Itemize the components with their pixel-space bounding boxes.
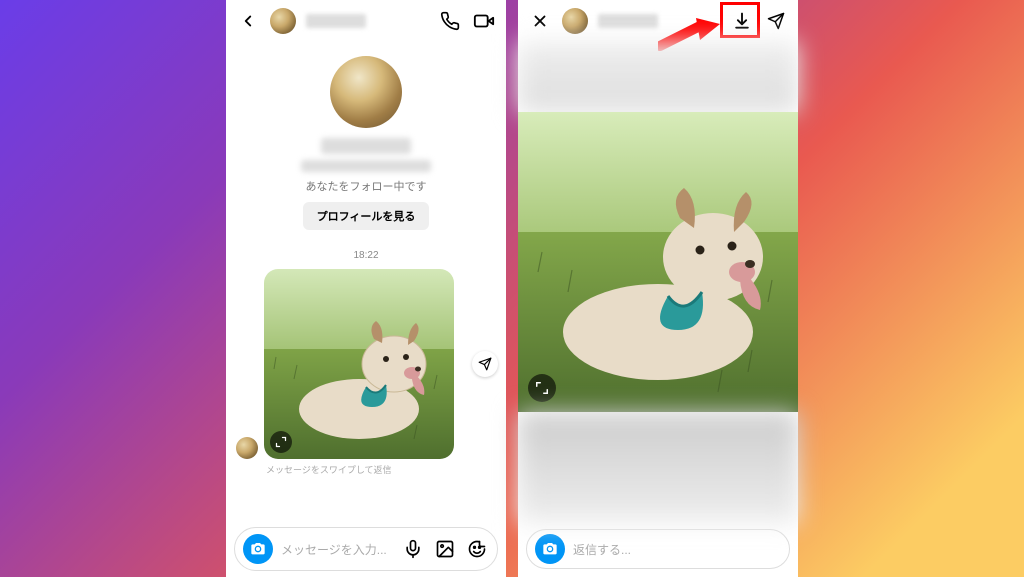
blur-background-top (518, 42, 798, 112)
message-row (236, 269, 496, 459)
header-avatar[interactable] (270, 8, 296, 34)
mic-icon[interactable] (401, 537, 425, 561)
collapse-icon[interactable] (528, 374, 556, 402)
profile-avatar-large[interactable] (330, 56, 402, 128)
gallery-icon[interactable] (433, 537, 457, 561)
viewer-body (518, 42, 798, 523)
phone-chat-view: あなたをフォロー中です プロフィールを見る 18:22 (226, 0, 506, 577)
profile-sub-redacted (301, 160, 431, 172)
video-call-button[interactable] (472, 9, 496, 33)
chat-body: あなたをフォロー中です プロフィールを見る 18:22 (226, 42, 506, 521)
viewer-image[interactable] (518, 112, 798, 412)
message-input-bar[interactable]: メッセージを入力... (234, 527, 498, 571)
profile-name-redacted (321, 138, 411, 154)
header-username-redacted (306, 14, 366, 28)
gradient-background: あなたをフォロー中です プロフィールを見る 18:22 (0, 0, 1024, 577)
viewer-username-redacted (598, 14, 658, 28)
reply-input-bar[interactable]: 返信する... (526, 529, 790, 569)
message-image[interactable] (264, 269, 454, 459)
share-button[interactable] (764, 9, 788, 33)
sticker-icon[interactable] (465, 537, 489, 561)
quick-reply-button[interactable] (472, 351, 498, 377)
phone-image-viewer: 返信する... (518, 0, 798, 577)
expand-icon[interactable] (270, 431, 292, 453)
message-avatar[interactable] (236, 437, 258, 459)
blur-background-bottom (518, 412, 798, 523)
dog-photo-icon (264, 269, 454, 459)
dog-photo-large-icon (518, 112, 798, 412)
chat-header (226, 0, 506, 42)
camera-button[interactable] (243, 534, 273, 564)
viewer-avatar[interactable] (562, 8, 588, 34)
view-profile-button[interactable]: プロフィールを見る (303, 202, 430, 230)
camera-button[interactable] (535, 534, 565, 564)
close-button[interactable] (528, 9, 552, 33)
voice-call-button[interactable] (438, 9, 462, 33)
reply-input[interactable]: 返信する... (573, 541, 781, 558)
swipe-hint: メッセージをスワイプして返信 (266, 463, 392, 476)
phones-container: あなたをフォロー中です プロフィールを見る 18:22 (226, 0, 798, 577)
message-input[interactable]: メッセージを入力... (281, 541, 393, 558)
follow-status: あなたをフォロー中です (306, 178, 427, 194)
annotation-highlight (720, 2, 760, 38)
message-timestamp: 18:22 (353, 250, 378, 261)
back-button[interactable] (236, 9, 260, 33)
